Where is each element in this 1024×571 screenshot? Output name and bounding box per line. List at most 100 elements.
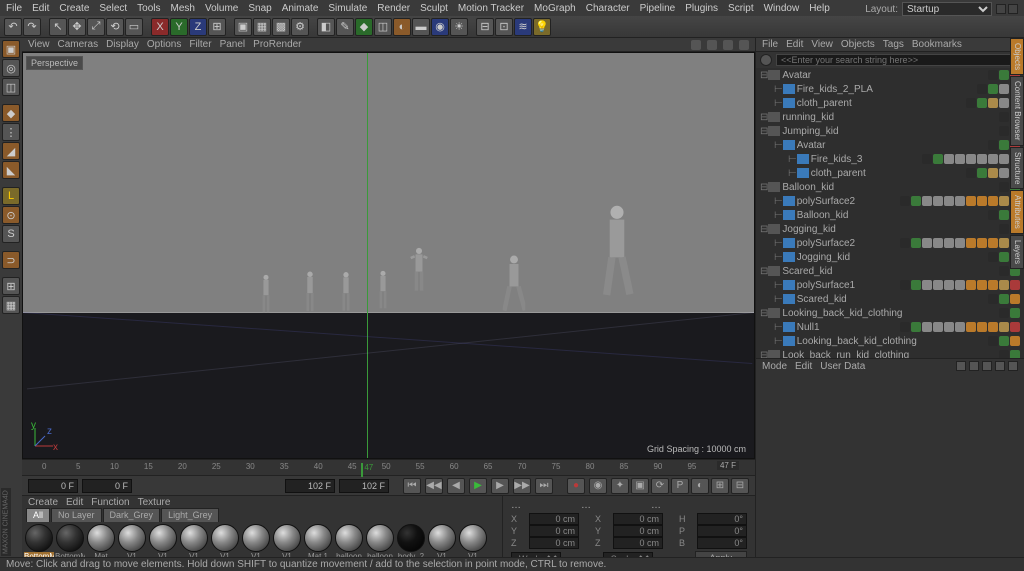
- tag-icon[interactable]: [900, 196, 910, 206]
- menu-tools[interactable]: Tools: [137, 3, 160, 14]
- tag-icon[interactable]: [999, 238, 1009, 248]
- tag-icon[interactable]: [944, 196, 954, 206]
- tag-icon[interactable]: [999, 266, 1009, 276]
- coord-input[interactable]: [613, 525, 663, 537]
- tag-icon[interactable]: [977, 238, 987, 248]
- coord-input[interactable]: [529, 513, 579, 525]
- subdiv-button[interactable]: ◆: [355, 18, 373, 36]
- texture-mode-button[interactable]: ◎: [2, 59, 20, 77]
- vp-nav2-icon[interactable]: [707, 40, 717, 50]
- play-button[interactable]: ▶: [469, 478, 487, 494]
- object-row[interactable]: ⊢ Fire_kids_3: [756, 152, 1024, 166]
- bend-button[interactable]: ◐: [393, 18, 411, 36]
- object-row[interactable]: ⊢ polySurface2: [756, 194, 1024, 208]
- tag-icon[interactable]: [1010, 350, 1020, 358]
- search-icon[interactable]: [760, 54, 772, 66]
- menu-simulate[interactable]: Simulate: [328, 3, 367, 14]
- array-button[interactable]: ⊟: [476, 18, 494, 36]
- tag-icon[interactable]: [999, 112, 1009, 122]
- tag-icon[interactable]: [988, 210, 998, 220]
- tag-icon[interactable]: [988, 168, 998, 178]
- tag-icon[interactable]: [977, 196, 987, 206]
- vp-nav4-icon[interactable]: [739, 40, 749, 50]
- key-opts2-button[interactable]: ⊟: [731, 478, 749, 494]
- tag-icon[interactable]: [933, 280, 943, 290]
- playhead[interactable]: [361, 463, 363, 477]
- object-row[interactable]: ⊢ Jogging_kid: [756, 250, 1024, 264]
- tree-toggle-icon[interactable]: ⊢: [756, 140, 783, 151]
- tag-icon[interactable]: [988, 140, 998, 150]
- viewport-solo-button[interactable]: ⊙: [2, 206, 20, 224]
- object-row[interactable]: ⊟ Avatar: [756, 68, 1024, 82]
- object-row[interactable]: ⊟ Balloon_kid: [756, 180, 1024, 194]
- key-rot-button[interactable]: ⟳: [651, 478, 669, 494]
- tag-icon[interactable]: [944, 280, 954, 290]
- vp-nav3-icon[interactable]: [723, 40, 733, 50]
- object-mode-button[interactable]: ◆: [2, 104, 20, 122]
- menu-sculpt[interactable]: Sculpt: [420, 3, 448, 14]
- render-settings-button[interactable]: ⚙: [291, 18, 309, 36]
- grid-button[interactable]: ⊞: [2, 277, 20, 295]
- tree-toggle-icon[interactable]: ⊢: [756, 98, 783, 109]
- coord-input[interactable]: [529, 537, 579, 549]
- workplane-button[interactable]: ◫: [2, 78, 20, 96]
- picture-viewer-button[interactable]: ▩: [272, 18, 290, 36]
- key-scale-button[interactable]: ▣: [631, 478, 649, 494]
- snap-button[interactable]: S: [2, 225, 20, 243]
- tag-icon[interactable]: [911, 238, 921, 248]
- menu-edit[interactable]: Edit: [32, 3, 49, 14]
- coord-input[interactable]: [613, 513, 663, 525]
- tag-icon[interactable]: [999, 210, 1009, 220]
- tag-icon[interactable]: [988, 196, 998, 206]
- tag-icon[interactable]: [1010, 336, 1020, 346]
- tag-icon[interactable]: [999, 196, 1009, 206]
- render-region-button[interactable]: ▦: [253, 18, 271, 36]
- tag-icon[interactable]: [966, 196, 976, 206]
- undo-button[interactable]: ↶: [4, 18, 22, 36]
- tree-toggle-icon[interactable]: ⊟: [756, 70, 768, 81]
- coord-input[interactable]: [697, 537, 747, 549]
- tag-icon[interactable]: [988, 280, 998, 290]
- vp-prorender-menu[interactable]: ProRender: [253, 39, 301, 50]
- tag-icon[interactable]: [955, 238, 965, 248]
- tree-toggle-icon[interactable]: ⊟: [756, 224, 768, 235]
- layout-prev-icon[interactable]: [996, 4, 1006, 14]
- attr-edit-menu[interactable]: Edit: [795, 361, 812, 372]
- y-axis-button[interactable]: Y: [170, 18, 188, 36]
- tag-icon[interactable]: [900, 280, 910, 290]
- coord-input[interactable]: [697, 525, 747, 537]
- object-row[interactable]: ⊢ Scared_kid: [756, 292, 1024, 306]
- obj-edit-menu[interactable]: Edit: [786, 39, 803, 50]
- prev-frame-button[interactable]: ◀: [447, 478, 465, 494]
- tag-icon[interactable]: [966, 280, 976, 290]
- poly-mode-button[interactable]: ◣: [2, 161, 20, 179]
- tag-icon[interactable]: [922, 238, 932, 248]
- tag-icon[interactable]: [988, 238, 998, 248]
- side-tab-objects[interactable]: Objects: [1010, 38, 1024, 75]
- tag-icon[interactable]: [999, 322, 1009, 332]
- x-axis-button[interactable]: X: [151, 18, 169, 36]
- tag-icon[interactable]: [944, 154, 954, 164]
- vp-view-menu[interactable]: View: [28, 39, 50, 50]
- frame-end-input[interactable]: [339, 479, 389, 493]
- menu-snap[interactable]: Snap: [248, 3, 271, 14]
- object-row[interactable]: ⊢ cloth_parent: [756, 96, 1024, 110]
- tag-icon[interactable]: [966, 98, 976, 108]
- obj-bookmarks-menu[interactable]: Bookmarks: [912, 39, 962, 50]
- edge-mode-button[interactable]: ◢: [2, 142, 20, 160]
- tree-toggle-icon[interactable]: ⊢: [756, 238, 783, 249]
- object-row[interactable]: ⊢ Null1: [756, 320, 1024, 334]
- light-button[interactable]: ☀: [450, 18, 468, 36]
- object-row[interactable]: ⊟ running_kid: [756, 110, 1024, 124]
- tag-icon[interactable]: [911, 196, 921, 206]
- tag-icon[interactable]: [922, 196, 932, 206]
- floor-button[interactable]: ▬: [412, 18, 430, 36]
- object-row[interactable]: ⊟ Scared_kid: [756, 264, 1024, 278]
- goto-start-button[interactable]: ⏮: [403, 478, 421, 494]
- tag-icon[interactable]: [1010, 322, 1020, 332]
- attr-next-icon[interactable]: [995, 361, 1005, 371]
- tag-icon[interactable]: [999, 308, 1009, 318]
- tag-icon[interactable]: [922, 322, 932, 332]
- last-tool-button[interactable]: ▭: [125, 18, 143, 36]
- move-button[interactable]: ✥: [68, 18, 86, 36]
